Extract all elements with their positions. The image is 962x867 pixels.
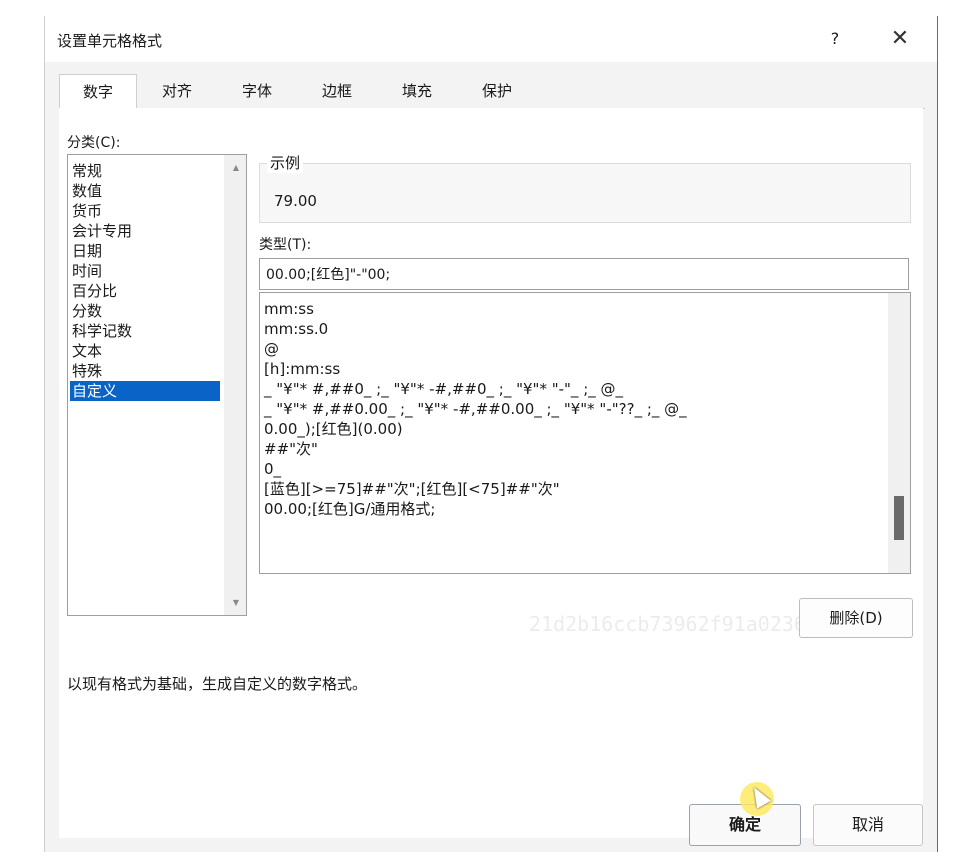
sample-value: 79.00	[274, 192, 317, 210]
tab-font[interactable]: 字体	[219, 74, 295, 108]
scroll-down-icon[interactable]: ▼	[233, 598, 239, 607]
tab-fill[interactable]: 填充	[379, 74, 455, 108]
type-list-item[interactable]: 0_	[264, 459, 281, 479]
tab-alignment[interactable]: 对齐	[139, 74, 215, 108]
type-list-item[interactable]: 00.00;[红色]G/通用格式;	[264, 499, 435, 519]
help-button[interactable]: ?	[815, 24, 855, 54]
category-item-currency[interactable]: 货币	[70, 201, 220, 221]
category-item-time[interactable]: 时间	[70, 261, 220, 281]
type-list[interactable]: mm:ss mm:ss.0 @ [h]:mm:ss _ "¥"* #,##0_ …	[259, 292, 911, 574]
tab-bar: 数字 对齐 字体 边框 填充 保护	[59, 74, 535, 111]
title-bar: 设置单元格格式 ? ✕	[45, 16, 937, 62]
sample-group	[259, 163, 911, 223]
dialog-title: 设置单元格格式	[57, 32, 163, 50]
tab-protection[interactable]: 保护	[459, 74, 535, 108]
category-item-scientific[interactable]: 科学记数	[70, 321, 220, 341]
category-item-date[interactable]: 日期	[70, 241, 220, 261]
tab-number[interactable]: 数字	[59, 74, 137, 111]
category-item-percentage[interactable]: 百分比	[70, 281, 220, 301]
type-list-item[interactable]: _ "¥"* #,##0_ ;_ "¥"* -#,##0_ ;_ "¥"* "-…	[264, 379, 623, 399]
category-item-general[interactable]: 常规	[70, 161, 220, 181]
category-scrollbar[interactable]: ▲ ▼	[224, 155, 246, 615]
cancel-button[interactable]: 取消	[813, 804, 923, 846]
type-list-item[interactable]: 0.00_);[红色](0.00)	[264, 419, 403, 439]
description-text: 以现有格式为基础，生成自定义的数字格式。	[67, 675, 368, 693]
category-item-fraction[interactable]: 分数	[70, 301, 220, 321]
type-list-item[interactable]: mm:ss.0	[264, 319, 328, 339]
type-list-item[interactable]: _ "¥"* #,##0.00_ ;_ "¥"* -#,##0.00_ ;_ "…	[264, 399, 687, 419]
type-list-item[interactable]: [h]:mm:ss	[264, 359, 340, 379]
type-list-item[interactable]: mm:ss	[264, 299, 314, 319]
type-list-item[interactable]: @	[264, 339, 279, 359]
delete-button[interactable]: 删除(D)	[799, 598, 913, 638]
category-list[interactable]: 常规 数值 货币 会计专用 日期 时间 百分比 分数 科学记数 文本 特殊 自定…	[67, 154, 247, 616]
type-list-item[interactable]: [蓝色][>=75]##"次";[红色][<75]##"次"	[264, 479, 560, 499]
close-icon[interactable]: ✕	[875, 24, 925, 54]
type-label: 类型(T):	[259, 237, 312, 253]
scroll-up-icon[interactable]: ▲	[233, 163, 239, 172]
category-item-custom[interactable]: 自定义	[70, 381, 220, 401]
category-item-accounting[interactable]: 会计专用	[70, 221, 220, 241]
category-item-number[interactable]: 数值	[70, 181, 220, 201]
category-item-special[interactable]: 特殊	[70, 361, 220, 381]
number-tab-panel: 分类(C): 常规 数值 货币 会计专用 日期 时间 百分比 分数 科学记数 文…	[59, 108, 923, 838]
category-item-text[interactable]: 文本	[70, 341, 220, 361]
type-input[interactable]: 00.00;[红色]"-"00;	[259, 258, 909, 290]
tab-border[interactable]: 边框	[299, 74, 375, 108]
category-label: 分类(C):	[67, 135, 121, 151]
type-list-item[interactable]: ##"次"	[264, 439, 318, 459]
sample-label: 示例	[267, 152, 304, 173]
type-scrollbar[interactable]	[888, 293, 910, 573]
format-cells-dialog: 设置单元格格式 ? ✕ 数字 对齐 字体 边框 填充 保护 分类(C): 常规 …	[44, 16, 938, 852]
type-scrollbar-thumb[interactable]	[894, 496, 904, 540]
